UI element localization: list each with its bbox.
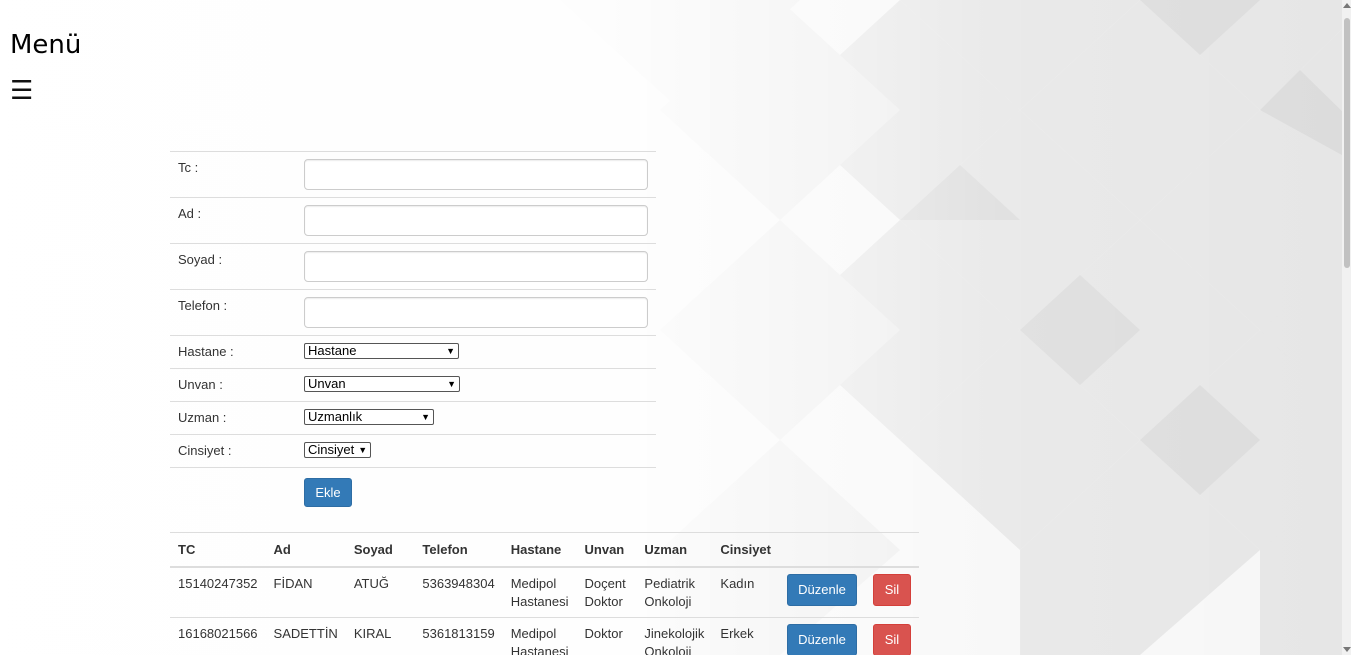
form-row-submit: Ekle	[170, 467, 656, 532]
soyad-label: Soyad :	[170, 243, 296, 290]
cinsiyet-select-value: Cinsiyet	[308, 442, 355, 457]
soyad-input[interactable]	[304, 251, 648, 282]
form-row-uzman: Uzman : Uzmanlık ▼	[170, 401, 656, 435]
ad-input[interactable]	[304, 205, 648, 236]
form-row-soyad: Soyad :	[170, 243, 656, 290]
header-hastane: Hastane	[502, 532, 577, 568]
chevron-down-icon: ▼	[447, 379, 456, 389]
cell-hastane-line2: Hastanesi	[510, 593, 569, 609]
hastane-select[interactable]: Hastane ▼	[304, 343, 459, 359]
header-ad: Ad	[265, 532, 346, 568]
doctor-table: TC Ad Soyad Telefon Hastane Unvan Uzman …	[170, 532, 919, 655]
unvan-select-value: Unvan	[308, 376, 346, 391]
table-row: 16168021566 SADETTİN KIRAL 5361813159 Me…	[170, 617, 919, 655]
tc-input[interactable]	[304, 159, 648, 190]
cell-unvan: Doktor	[576, 617, 637, 655]
header-unvan: Unvan	[576, 532, 637, 568]
cell-soyad: KIRAL	[345, 617, 415, 655]
chevron-down-icon: ▼	[446, 346, 455, 356]
ekle-button[interactable]: Ekle	[304, 478, 352, 507]
cell-uzman-line1: Pediatrik	[644, 575, 695, 591]
cell-hastane: Medipol Hastanesi	[502, 566, 577, 618]
unvan-label: Unvan :	[170, 368, 296, 402]
header-soyad: Soyad	[345, 532, 415, 568]
cell-cinsiyet: Erkek	[712, 617, 779, 655]
cell-unvan-line1: Doktor	[584, 626, 623, 641]
chevron-down-icon: ▼	[358, 445, 368, 455]
hastane-label: Hastane :	[170, 335, 296, 369]
telefon-label: Telefon :	[170, 289, 296, 336]
uzman-label: Uzman :	[170, 401, 296, 435]
cell-tc: 16168021566	[170, 617, 266, 655]
delete-button[interactable]: Sil	[872, 573, 911, 606]
cell-unvan: Doçent Doktor	[576, 566, 637, 618]
hastane-select-value: Hastane	[308, 343, 357, 358]
cell-cinsiyet: Kadın	[712, 566, 779, 618]
cell-soyad: ATUĞ	[345, 566, 415, 618]
cell-hastane: Medipol Hastanesi	[502, 617, 577, 655]
cell-unvan-line2: Doktor	[584, 593, 623, 609]
form-row-tc: Tc :	[170, 151, 656, 198]
table-row: 15140247352 FİDAN ATUĞ 5363948304 Medipo…	[170, 566, 919, 618]
form-row-cinsiyet: Cinsiyet : Cinsiyet ▼	[170, 434, 656, 468]
form-row-ad: Ad :	[170, 197, 656, 244]
cell-unvan-line1: Doçent	[584, 575, 626, 591]
cell-uzman: Jinekolojik Onkoloji	[636, 617, 713, 655]
edit-button[interactable]: Düzenle	[786, 624, 857, 655]
vertical-scrollbar[interactable]	[1342, 0, 1351, 655]
header-uzman: Uzman	[636, 532, 713, 568]
form-row-telefon: Telefon :	[170, 289, 656, 336]
cell-ad: FİDAN	[265, 566, 346, 618]
edit-button[interactable]: Düzenle	[786, 573, 857, 606]
tc-label: Tc :	[170, 151, 296, 198]
doctor-form: Tc : Ad : Soyad : Telefon : Hastane : Ha…	[170, 151, 656, 532]
cell-hastane-line1: Medipol	[510, 626, 557, 641]
scroll-down-arrow-icon[interactable]	[1343, 647, 1351, 652]
cinsiyet-select[interactable]: Cinsiyet ▼	[304, 442, 371, 458]
hamburger-menu-icon[interactable]: ☰	[10, 76, 33, 104]
uzman-select-value: Uzmanlık	[308, 409, 363, 424]
cell-hastane-line2: Hastanesi	[510, 644, 569, 655]
cell-tc: 15140247352	[170, 566, 266, 618]
cinsiyet-label: Cinsiyet :	[170, 434, 296, 468]
cell-hastane-line1: Medipol	[510, 575, 557, 591]
header-tc: TC	[170, 532, 266, 568]
cell-uzman-line1: Jinekolojik	[644, 626, 705, 641]
cell-uzman-line2: Onkoloji	[644, 593, 692, 609]
cell-uzman: Pediatrik Onkoloji	[636, 566, 713, 618]
scroll-up-arrow-icon[interactable]	[1343, 3, 1351, 8]
cell-telefon: 5363948304	[414, 566, 503, 618]
ad-label: Ad :	[170, 197, 296, 244]
table-header-row: TC Ad Soyad Telefon Hastane Unvan Uzman …	[170, 532, 919, 568]
form-row-unvan: Unvan : Unvan ▼	[170, 368, 656, 402]
delete-button[interactable]: Sil	[872, 624, 911, 655]
form-row-hastane: Hastane : Hastane ▼	[170, 335, 656, 369]
cell-telefon: 5361813159	[414, 617, 503, 655]
cell-ad: SADETTİN	[265, 617, 346, 655]
uzman-select[interactable]: Uzmanlık ▼	[304, 409, 434, 425]
scrollbar-thumb[interactable]	[1344, 18, 1350, 268]
menu-title: Menü	[10, 30, 82, 60]
header-telefon: Telefon	[414, 532, 503, 568]
cell-uzman-line2: Onkoloji	[644, 644, 692, 655]
header-cinsiyet: Cinsiyet	[712, 532, 779, 568]
telefon-input[interactable]	[304, 297, 648, 328]
unvan-select[interactable]: Unvan ▼	[304, 376, 460, 392]
chevron-down-icon: ▼	[421, 412, 430, 422]
